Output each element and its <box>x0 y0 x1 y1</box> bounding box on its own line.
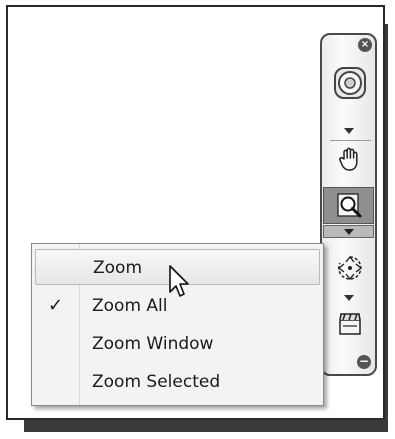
menu-item-zoom-selected[interactable]: Zoom Selected <box>35 364 320 400</box>
checkmark-icon: ✓ <box>48 295 64 316</box>
menu-item-label: Zoom Window <box>92 334 214 354</box>
separator <box>330 140 371 141</box>
pan-hand-icon[interactable] <box>336 145 364 173</box>
zoom-dropdown-button[interactable] <box>323 225 374 238</box>
menu-item-label: Zoom All <box>92 296 168 316</box>
chevron-down-icon <box>344 229 354 235</box>
zoom-icon <box>337 193 362 218</box>
menu-item-label: Zoom <box>93 258 143 278</box>
expand-icon[interactable]: − <box>357 355 371 369</box>
menu-item-zoom-window[interactable]: Zoom Window <box>35 326 320 362</box>
mouse-pointer-icon <box>168 264 194 300</box>
orbit-icon[interactable] <box>335 253 365 283</box>
steering-wheel-icon[interactable] <box>332 65 368 101</box>
orbit-dropdown-arrow[interactable] <box>344 295 354 301</box>
close-icon[interactable]: × <box>358 38 372 52</box>
showmotion-icon[interactable] <box>336 310 364 338</box>
navigation-bar: × − <box>320 33 377 376</box>
zoom-button[interactable] <box>323 187 374 224</box>
menu-item-label: Zoom Selected <box>92 372 221 392</box>
steering-wheel-dropdown-arrow[interactable] <box>344 128 354 134</box>
